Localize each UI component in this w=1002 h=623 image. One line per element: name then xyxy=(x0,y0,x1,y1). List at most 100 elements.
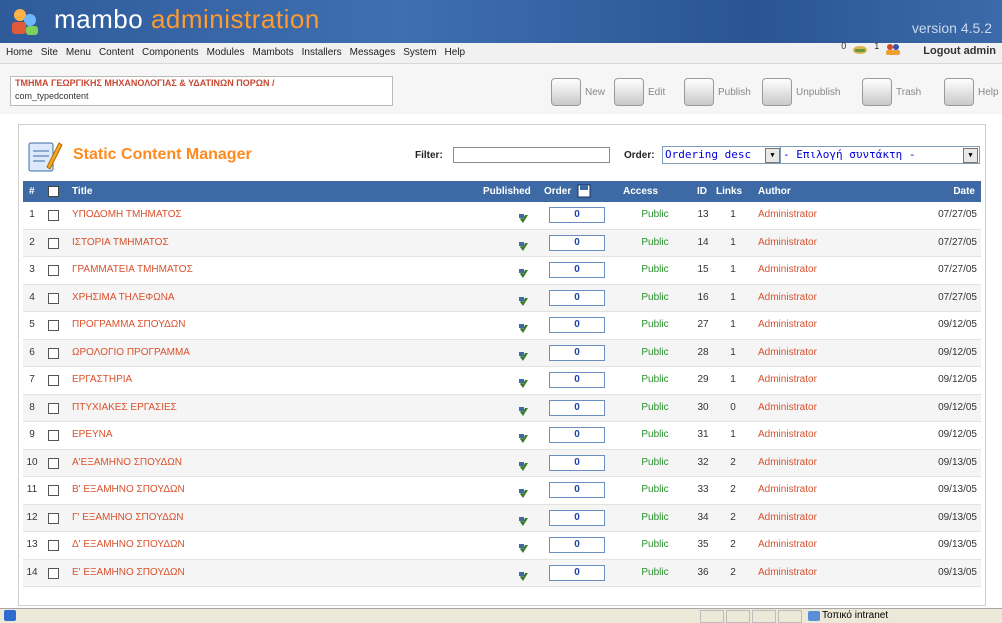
row-title-link[interactable]: ΓΡΑΜΜΑΤΕΙΑ ΤΜΗΜΑΤΟΣ xyxy=(72,257,193,283)
row-checkbox[interactable] xyxy=(48,292,59,304)
author-select[interactable]: - Επιλογή συντάκτη - ▼ xyxy=(780,146,980,164)
col-title[interactable]: Title xyxy=(72,181,92,202)
published-icon[interactable] xyxy=(519,374,529,388)
author-link[interactable]: Administrator xyxy=(758,505,817,531)
access-link[interactable]: Public xyxy=(634,340,676,366)
published-icon[interactable] xyxy=(519,484,529,498)
menu-item[interactable]: System xyxy=(399,43,440,63)
row-checkbox[interactable] xyxy=(48,540,59,551)
menu-item[interactable]: Site xyxy=(37,43,62,63)
access-link[interactable]: Public xyxy=(634,422,676,448)
row-checkbox[interactable] xyxy=(48,265,59,276)
published-icon[interactable] xyxy=(519,539,529,553)
published-icon[interactable] xyxy=(519,292,529,306)
row-checkbox[interactable] xyxy=(48,430,59,441)
help-button[interactable]: Help xyxy=(944,77,999,107)
menu-item[interactable]: Help xyxy=(441,43,470,63)
access-link[interactable]: Public xyxy=(634,367,676,393)
chevron-down-icon[interactable]: ▼ xyxy=(765,148,780,163)
author-link[interactable]: Administrator xyxy=(758,367,817,393)
row-checkbox[interactable] xyxy=(48,512,59,524)
access-link[interactable]: Public xyxy=(634,230,676,256)
row-title-link[interactable]: ΧΡΗΣΙΜΑ ΤΗΛΕΦΩΝΑ xyxy=(72,285,175,311)
row-checkbox[interactable] xyxy=(48,320,59,331)
published-icon[interactable] xyxy=(519,264,529,278)
order-input[interactable]: 0 xyxy=(549,262,605,278)
access-link[interactable]: Public xyxy=(634,285,676,311)
published-icon[interactable] xyxy=(519,209,529,223)
order-input[interactable]: 0 xyxy=(549,509,605,526)
author-link[interactable]: Administrator xyxy=(758,340,817,366)
published-icon[interactable] xyxy=(519,512,529,526)
published-icon[interactable] xyxy=(519,237,529,251)
row-checkbox[interactable] xyxy=(48,237,59,249)
order-select[interactable]: Ordering desc ▼ xyxy=(662,146,782,164)
published-icon[interactable] xyxy=(519,457,529,471)
author-link[interactable]: Administrator xyxy=(758,422,817,448)
row-title-link[interactable]: ΕΡΕΥΝΑ xyxy=(72,422,113,448)
menu-item[interactable]: Mambots xyxy=(248,43,297,63)
access-link[interactable]: Public xyxy=(634,505,676,531)
published-icon[interactable] xyxy=(519,402,529,416)
row-title-link[interactable]: ΠΡΟΓΡΑΜΜΑ ΣΠΟΥΔΩΝ xyxy=(72,312,186,338)
access-link[interactable]: Public xyxy=(634,532,676,558)
order-input[interactable]: 0 xyxy=(549,427,605,443)
menu-item[interactable]: Home xyxy=(2,43,37,63)
menu-item[interactable]: Components xyxy=(138,43,203,63)
author-link[interactable]: Administrator xyxy=(758,477,817,503)
author-link[interactable]: Administrator xyxy=(758,230,817,256)
row-title-link[interactable]: ΥΠΟΔΟΜΗ ΤΜΗΜΑΤΟΣ xyxy=(72,202,182,228)
access-link[interactable]: Public xyxy=(634,312,676,338)
published-icon[interactable] xyxy=(519,567,529,581)
pathway-department[interactable]: ΤΜΗΜΑ ΓΕΩΡΓΙΚΗΣ ΜΗΧΑΝΟΛΟΓΙΑΣ & ΥΔΑΤΙΝΩΝ … xyxy=(15,77,388,90)
row-title-link[interactable]: ΩΡΟΛΟΓΙΟ ΠΡΟΓΡΑΜΜΑ xyxy=(72,340,190,366)
published-icon[interactable] xyxy=(519,347,529,361)
messages-icon[interactable] xyxy=(852,44,868,58)
order-input[interactable]: 0 xyxy=(549,207,605,223)
row-checkbox[interactable] xyxy=(48,375,59,386)
author-link[interactable]: Administrator xyxy=(758,202,817,228)
author-link[interactable]: Administrator xyxy=(758,560,817,586)
row-checkbox[interactable] xyxy=(48,402,59,414)
order-input[interactable]: 0 xyxy=(549,317,605,333)
menu-item[interactable]: Modules xyxy=(203,43,249,63)
order-input[interactable]: 0 xyxy=(549,454,605,471)
menu-item[interactable]: Menu xyxy=(62,43,95,63)
trash-button[interactable]: Trash xyxy=(862,77,921,107)
row-title-link[interactable]: Ε' ΕΞΑΜΗΝΟ ΣΠΟΥΔΩΝ xyxy=(72,560,185,586)
select-all-checkbox[interactable] xyxy=(48,186,59,197)
order-input[interactable]: 0 xyxy=(549,344,605,361)
author-link[interactable]: Administrator xyxy=(758,285,817,311)
order-input[interactable]: 0 xyxy=(549,564,605,581)
row-title-link[interactable]: Γ' ΕΞΑΜΗΝΟ ΣΠΟΥΔΩΝ xyxy=(72,505,184,531)
access-link[interactable]: Public xyxy=(634,477,676,503)
author-link[interactable]: Administrator xyxy=(758,395,817,421)
publish-button[interactable]: Publish xyxy=(684,77,751,107)
author-link[interactable]: Administrator xyxy=(758,257,817,283)
row-title-link[interactable]: ΕΡΓΑΣΤΗΡΙΑ xyxy=(72,367,132,393)
published-icon[interactable] xyxy=(519,429,529,443)
row-checkbox[interactable] xyxy=(48,485,59,496)
menu-item[interactable]: Installers xyxy=(298,43,346,63)
access-link[interactable]: Public xyxy=(634,202,676,228)
unpublish-button[interactable]: Unpublish xyxy=(762,77,840,107)
menu-item[interactable]: Messages xyxy=(346,43,400,63)
users-icon[interactable] xyxy=(885,43,901,58)
row-title-link[interactable]: Β' ΕΞΑΜΗΝΟ ΣΠΟΥΔΩΝ xyxy=(72,477,185,503)
new-button[interactable]: New xyxy=(551,77,605,107)
order-input[interactable]: 0 xyxy=(549,234,605,251)
order-input[interactable]: 0 xyxy=(549,399,605,416)
filter-input[interactable] xyxy=(453,147,610,163)
row-checkbox[interactable] xyxy=(48,567,59,579)
edit-button[interactable]: Edit xyxy=(614,77,665,107)
access-link[interactable]: Public xyxy=(634,257,676,283)
order-input[interactable]: 0 xyxy=(549,537,605,553)
published-icon[interactable] xyxy=(519,319,529,333)
menu-item[interactable]: Content xyxy=(95,43,138,63)
row-checkbox[interactable] xyxy=(48,210,59,221)
order-input[interactable]: 0 xyxy=(549,289,605,306)
author-link[interactable]: Administrator xyxy=(758,312,817,338)
row-title-link[interactable]: ΙΣΤΟΡΙΑ ΤΜΗΜΑΤΟΣ xyxy=(72,230,169,256)
order-input[interactable]: 0 xyxy=(549,482,605,498)
author-link[interactable]: Administrator xyxy=(758,450,817,476)
